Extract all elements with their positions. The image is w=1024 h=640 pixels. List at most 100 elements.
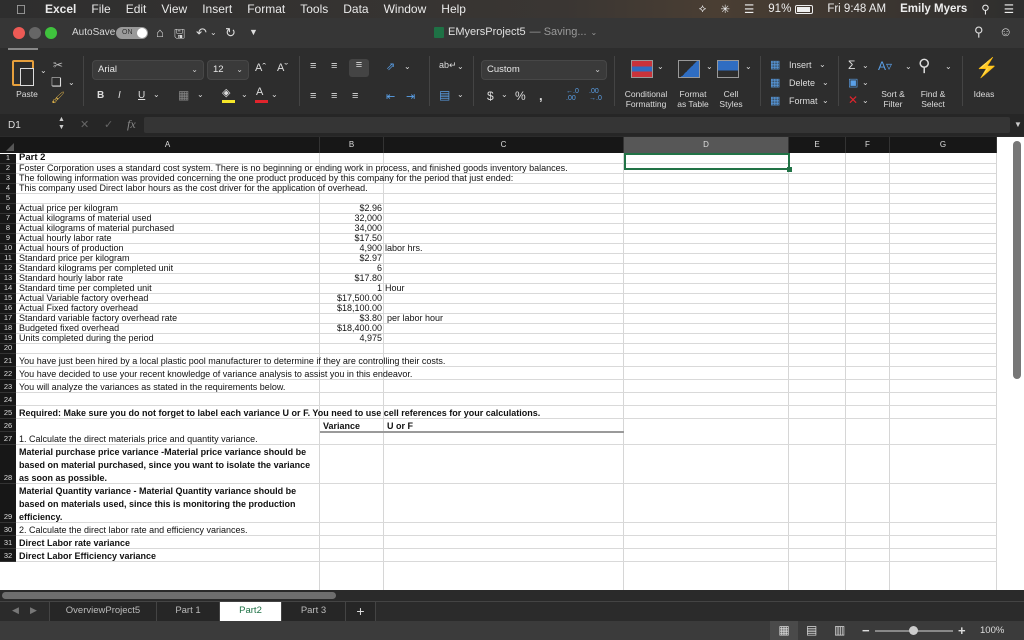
format-cells-button[interactable]: Format (789, 96, 818, 106)
font-color-dropdown-icon[interactable]: ⌄ (271, 90, 278, 99)
align-center-icon[interactable]: ≡ (331, 90, 337, 102)
minimize-window-button[interactable] (29, 27, 41, 39)
font-name-select[interactable]: Arial ⌄ (92, 60, 204, 80)
column-header-d[interactable]: D (624, 137, 789, 153)
cell-a17[interactable]: Standard variable factory overhead rate (19, 313, 177, 323)
insert-function-icon[interactable]: fx (127, 117, 136, 132)
percent-icon[interactable]: % (515, 89, 526, 103)
format-as-table-dropdown-icon[interactable]: ⌄ (706, 62, 713, 71)
cell-a9[interactable]: Actual hourly labor rate (19, 233, 112, 243)
cell-a25[interactable]: Required: Make sure you do not forget to… (19, 408, 540, 418)
format-as-table-icon[interactable] (678, 60, 700, 78)
zoom-level[interactable]: 100% (980, 625, 1004, 636)
format-dropdown-icon[interactable]: ⌄ (822, 96, 829, 105)
cell-b16[interactable]: $18,100.00 (320, 303, 382, 313)
add-sheet-button[interactable]: + (346, 602, 376, 621)
clock[interactable]: Fri 9:48 AM (827, 3, 886, 15)
user-name[interactable]: Emily Myers (900, 3, 967, 15)
delete-cells-button[interactable]: Delete (789, 78, 815, 88)
delete-cells-icon[interactable]: ▦ (770, 76, 780, 89)
merge-center-icon[interactable]: ▤ (439, 88, 450, 102)
menu-edit[interactable]: Edit (126, 2, 147, 16)
undo-dropdown-icon[interactable]: ⌄ (210, 28, 217, 37)
zoom-in-button[interactable]: + (958, 623, 966, 638)
zoom-slider-thumb[interactable] (909, 626, 918, 635)
align-bottom-icon[interactable]: ≡ (349, 59, 369, 77)
row-header-28[interactable]: 28 (0, 445, 16, 484)
apple-icon[interactable]:  (16, 2, 30, 17)
save-sync-icon[interactable]: 🖫 (174, 25, 185, 47)
menu-app-excel[interactable]: Excel (45, 2, 76, 16)
page-layout-view-icon[interactable]: ▤ (806, 623, 817, 637)
cell-a4[interactable]: This company used Direct labor hours as … (19, 183, 368, 193)
cell-c10[interactable]: labor hrs. (385, 243, 423, 253)
align-top-icon[interactable]: ≡ (310, 60, 316, 72)
zoom-out-button[interactable]: − (862, 623, 870, 638)
find-select-dropdown-icon[interactable]: ⌄ (945, 62, 952, 71)
bluetooth-icon[interactable]: ✳ (720, 2, 730, 16)
sheet-tab-part2[interactable]: Part2 (220, 602, 282, 621)
formula-input[interactable] (144, 117, 1010, 133)
cell-a12[interactable]: Standard kilograms per completed unit (19, 263, 173, 273)
column-header-c[interactable]: C (384, 137, 624, 153)
cell-b10[interactable]: 4,900 (320, 243, 382, 253)
column-header-b[interactable]: B (320, 137, 384, 153)
cell-a6[interactable]: Actual price per kilogram (19, 203, 118, 213)
ideas-label[interactable]: Ideas (970, 89, 998, 99)
cell-b11[interactable]: $2.97 (320, 253, 382, 263)
document-title[interactable]: EMyersProject5 — Saving... ⌄ (434, 26, 597, 38)
menu-insert[interactable]: Insert (202, 2, 232, 16)
select-all-corner[interactable] (0, 137, 16, 153)
insert-dropdown-icon[interactable]: ⌄ (819, 60, 826, 69)
vertical-scroll-thumb[interactable] (1013, 141, 1021, 379)
cell-styles-icon[interactable] (717, 60, 739, 78)
cell-b8[interactable]: 34,000 (320, 223, 382, 233)
undo-icon[interactable]: ↶ (196, 25, 207, 41)
previous-sheet-icon[interactable]: ◀ (12, 605, 19, 616)
cell-b13[interactable]: $17.80 (320, 273, 382, 283)
autosum-icon[interactable]: Σ (848, 58, 855, 72)
column-header-a[interactable]: A (16, 137, 320, 153)
customize-toolbar-icon[interactable]: ▼ (249, 27, 258, 37)
decrease-indent-icon[interactable]: ⇤ (386, 90, 395, 103)
cell-a27[interactable]: 1. Calculate the direct materials price … (19, 434, 258, 444)
autosave-toggle[interactable]: ON (116, 27, 148, 39)
cell-styles-label[interactable]: Cell Styles (716, 89, 746, 109)
column-header-g[interactable]: G (890, 137, 997, 153)
borders-icon[interactable]: ▦ (178, 88, 189, 102)
increase-indent-icon[interactable]: ⇥ (406, 90, 415, 103)
copy-dropdown-icon[interactable]: ⌄ (68, 78, 75, 87)
wrap-text-icon[interactable]: ab↵ (439, 60, 457, 71)
insert-cells-icon[interactable]: ▦ (770, 58, 780, 71)
conditional-formatting-dropdown-icon[interactable]: ⌄ (657, 62, 664, 71)
next-sheet-icon[interactable]: ▶ (30, 605, 37, 616)
cell-c17[interactable]: per labor hour (387, 313, 443, 323)
paste-icon[interactable] (12, 60, 34, 86)
row-header-25[interactable]: 25 (0, 406, 16, 419)
cell-a21[interactable]: You have just been hired by a local plas… (19, 356, 445, 366)
conditional-formatting-icon[interactable] (631, 60, 653, 78)
cell-a11[interactable]: Standard price per kilogram (19, 253, 130, 263)
font-color-icon[interactable]: A (255, 86, 268, 103)
fill-dropdown-icon[interactable]: ⌄ (862, 78, 869, 87)
cancel-icon[interactable]: ✕ (80, 118, 89, 131)
cell-a3[interactable]: The following information was provided c… (19, 173, 513, 183)
row-header-32[interactable]: 32 (0, 549, 16, 562)
clear-icon[interactable]: ✕ (848, 93, 858, 107)
page-break-view-icon[interactable]: ▥ (834, 623, 845, 637)
fill-color-dropdown-icon[interactable]: ⌄ (241, 90, 248, 99)
menu-help[interactable]: Help (441, 2, 466, 16)
underline-dropdown-icon[interactable]: ⌄ (153, 90, 160, 99)
cell-b26[interactable]: Variance (323, 421, 360, 431)
cell-a8[interactable]: Actual kilograms of material purchased (19, 223, 174, 233)
cell-b17[interactable]: $3.80 (320, 313, 382, 323)
cell-a28[interactable]: Material purchase price variance -Materi… (19, 446, 315, 485)
cell-a2[interactable]: Foster Corporation uses a standard cost … (19, 163, 568, 173)
row-header-23[interactable]: 23 (0, 380, 16, 393)
selected-cell-d1[interactable] (624, 153, 792, 172)
orientation-dropdown-icon[interactable]: ⌄ (404, 62, 411, 71)
sheet-tab-part-1[interactable]: Part 1 (157, 602, 220, 621)
notification-center-icon[interactable]: ☰ (1004, 2, 1014, 16)
worksheet-grid[interactable]: A B C D E F G 1 Part 2 2 Foster Corporation uses a… (0, 137, 1024, 590)
cell-a18[interactable]: Budgeted fixed overhead (19, 323, 119, 333)
